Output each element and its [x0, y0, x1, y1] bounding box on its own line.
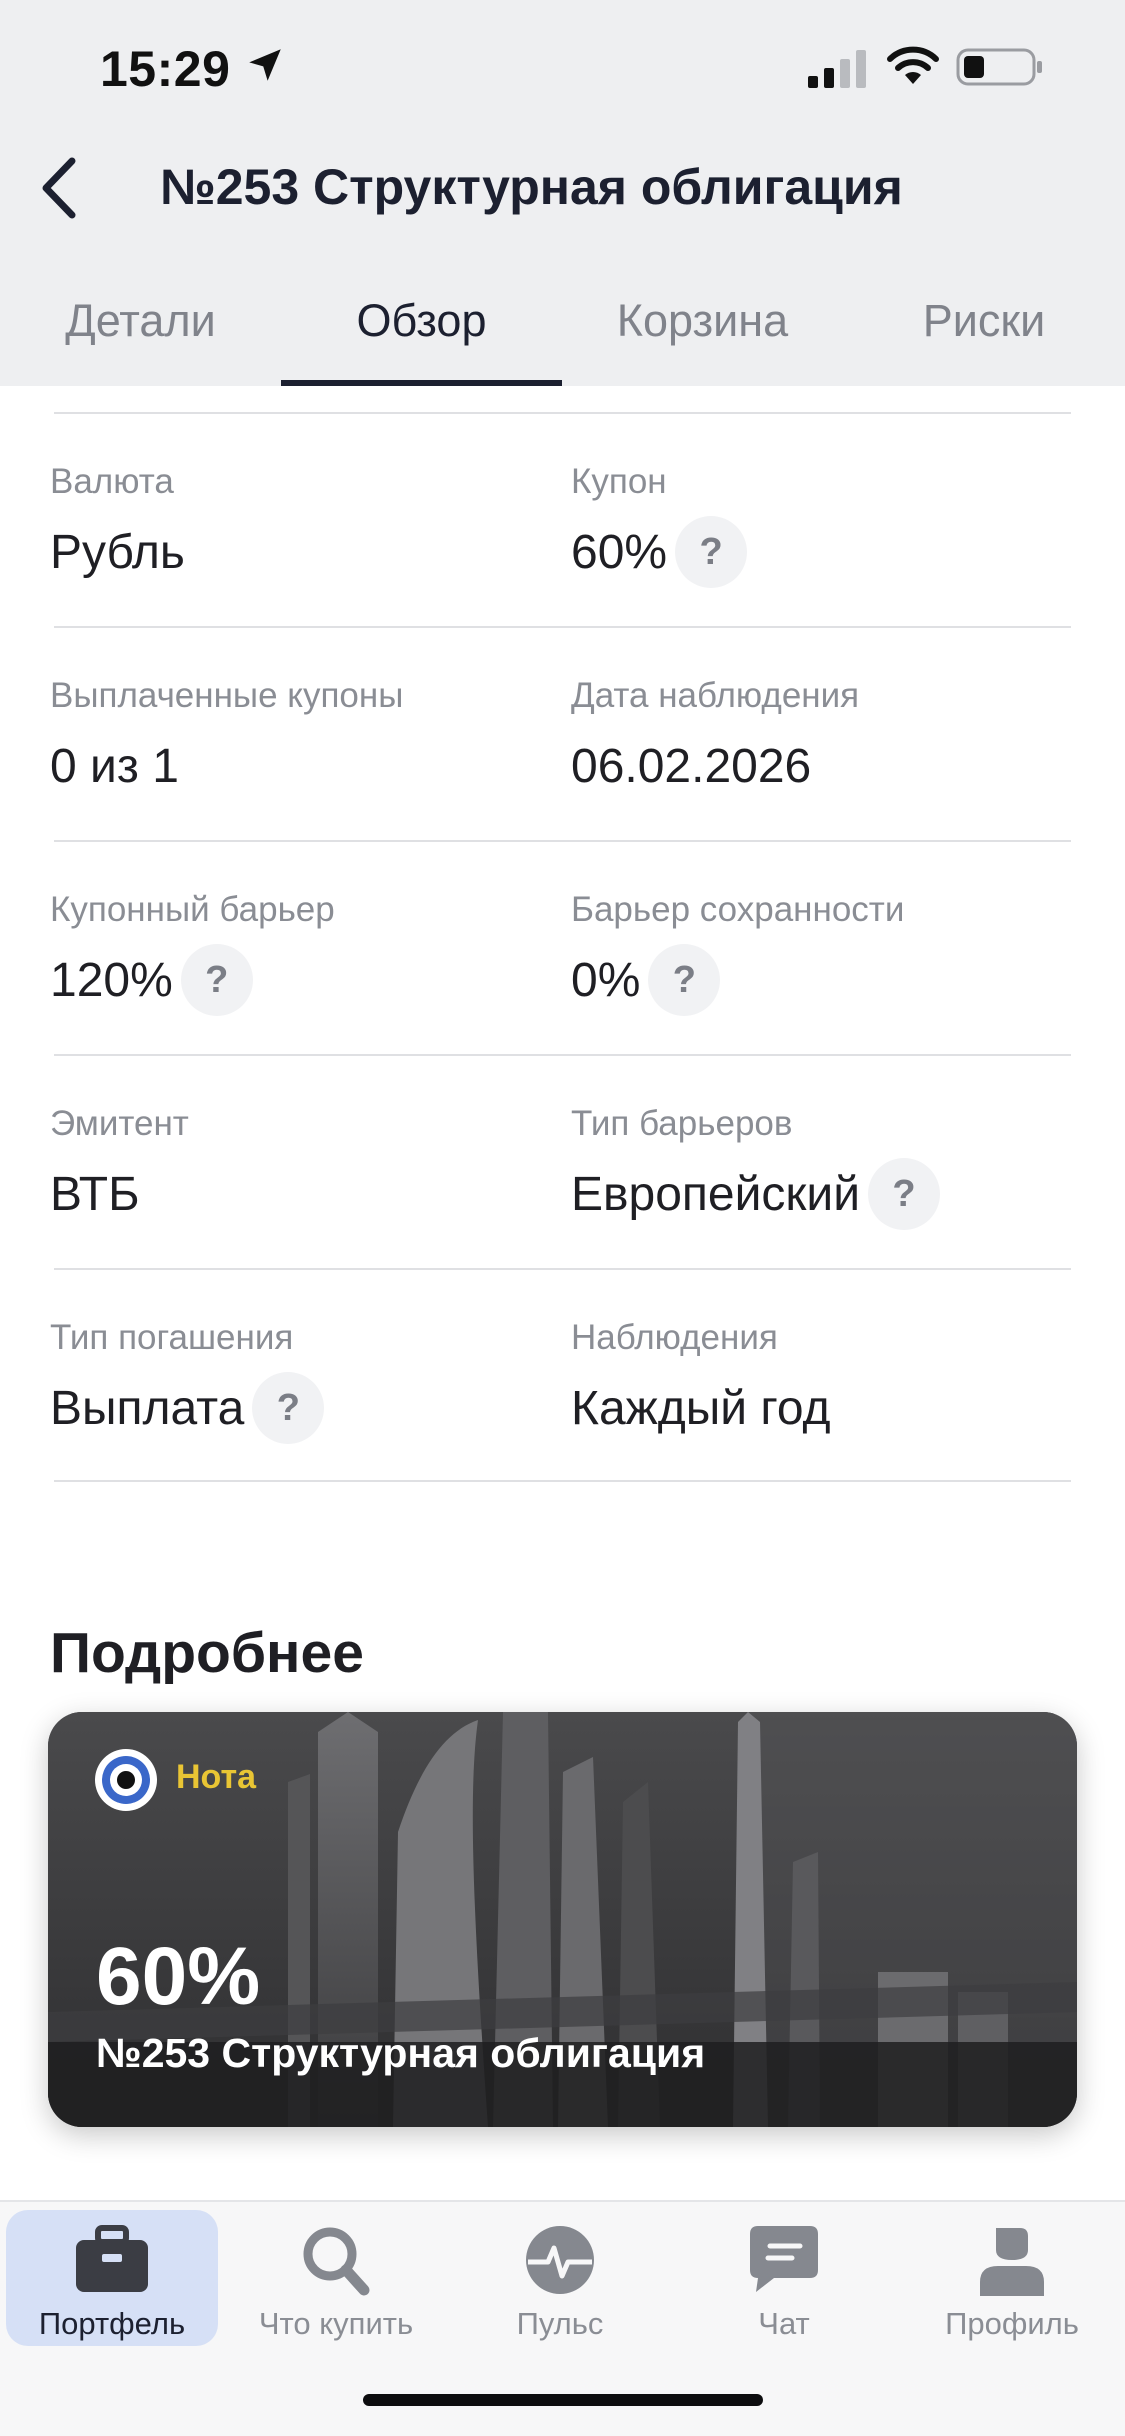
- briefcase-icon: [76, 2225, 148, 2292]
- info-value: Европейский: [571, 1167, 861, 1221]
- pulse-icon: [526, 2226, 594, 2294]
- info-value: Выплата: [50, 1381, 245, 1435]
- page-title: №253 Структурная облигация: [160, 159, 903, 215]
- help-button[interactable]: ?: [252, 1372, 325, 1444]
- product-coupon-value: 60%: [96, 1931, 261, 2022]
- status-bar: 15:29: [0, 0, 1125, 130]
- chevron-left-icon: [42, 157, 76, 219]
- search-icon: [303, 2227, 370, 2296]
- header: 15:29 №253 Структурная облигация Детали …: [0, 0, 1125, 386]
- info-value: 0%: [571, 953, 641, 1007]
- info-cell-barrier-type: Тип барьеров Европейский?: [571, 1104, 941, 1234]
- info-label: Эмитент: [50, 1104, 189, 1143]
- status-time: 15:29: [100, 41, 231, 97]
- info-cell-issuer: Эмитент ВТБ: [50, 1104, 189, 1234]
- info-label: Тип погашения: [50, 1318, 294, 1357]
- battery-icon: [956, 48, 1042, 86]
- info-cell-observation-date: Дата наблюдения 06.02.2026: [571, 676, 859, 806]
- help-button[interactable]: ?: [675, 516, 748, 588]
- info-cell-paid-coupons: Выплаченные купоны 0 из 1: [50, 676, 403, 806]
- profile-icon: [980, 2228, 1044, 2296]
- wifi-icon: [887, 46, 939, 84]
- location-arrow-icon: [249, 49, 281, 81]
- info-value: 06.02.2026: [571, 739, 812, 793]
- nav-item-pulse[interactable]: Пульс: [454, 2210, 666, 2346]
- home-indicator: [363, 2394, 763, 2406]
- nav-label: Профиль: [945, 2306, 1079, 2341]
- info-cell-coupon-barrier: Купонный барьер 120%?: [50, 890, 335, 1020]
- chat-icon: [750, 2226, 818, 2292]
- info-cell-coupon: Купон 60%?: [571, 462, 748, 592]
- active-tab-indicator: [281, 380, 562, 386]
- nav-label: Чат: [758, 2306, 810, 2341]
- info-label: Наблюдения: [571, 1318, 778, 1357]
- product-card[interactable]: Нота 60% №253 Структурная облигация: [48, 1712, 1077, 2127]
- nav-bar: №253 Структурная облигация: [0, 130, 1125, 250]
- info-label: Барьер сохранности: [571, 890, 905, 929]
- info-cell-redemption-type: Тип погашения Выплата?: [50, 1318, 325, 1448]
- brand-logo-icon: [95, 1749, 157, 1811]
- tab-bar: Детали Обзор Корзина Риски: [0, 280, 1125, 386]
- product-type-tag: Нота: [176, 1758, 257, 1796]
- divider: [54, 1268, 1071, 1270]
- info-value: Рубль: [50, 525, 185, 579]
- help-button[interactable]: ?: [648, 944, 721, 1016]
- divider: [54, 412, 1071, 414]
- tab-overview[interactable]: Обзор: [281, 280, 562, 386]
- info-value: 120%: [50, 953, 173, 1007]
- info-cell-protection-barrier: Барьер сохранности 0%?: [571, 890, 904, 1020]
- divider: [54, 1480, 1071, 1482]
- section-title-more: Подробнее: [50, 1621, 364, 1685]
- info-value: 0 из 1: [50, 739, 179, 793]
- nav-item-portfolio[interactable]: Портфель: [6, 2210, 218, 2346]
- info-value: ВТБ: [50, 1167, 140, 1221]
- nav-label: Что купить: [258, 2306, 414, 2341]
- back-button[interactable]: [18, 148, 98, 228]
- nav-item-profile[interactable]: Профиль: [906, 2210, 1118, 2346]
- info-cell-currency: Валюта Рубль: [50, 462, 185, 592]
- info-value: Каждый год: [571, 1381, 831, 1435]
- tab-risks[interactable]: Риски: [843, 280, 1125, 386]
- info-label: Тип барьеров: [571, 1104, 793, 1143]
- tab-details[interactable]: Детали: [0, 280, 281, 386]
- info-cell-observations: Наблюдения Каждый год: [571, 1318, 831, 1448]
- nav-item-chat[interactable]: Чат: [678, 2210, 890, 2346]
- help-button[interactable]: ?: [180, 944, 253, 1016]
- info-label: Купон: [571, 462, 667, 501]
- info-label: Выплаченные купоны: [50, 676, 404, 715]
- tab-basket[interactable]: Корзина: [562, 280, 843, 386]
- info-label: Дата наблюдения: [571, 676, 860, 715]
- info-label: Купонный барьер: [50, 890, 335, 929]
- help-button[interactable]: ?: [868, 1158, 941, 1230]
- nav-label: Пульс: [516, 2306, 604, 2341]
- divider: [54, 1054, 1071, 1056]
- info-value: 60%: [571, 525, 668, 579]
- nav-item-what-to-buy[interactable]: Что купить: [230, 2210, 442, 2346]
- product-name: №253 Структурная облигация: [96, 2030, 706, 2076]
- cellular-signal-icon: [808, 50, 866, 88]
- info-label: Валюта: [50, 462, 174, 501]
- divider: [54, 626, 1071, 628]
- divider: [54, 840, 1071, 842]
- nav-label: Портфель: [38, 2306, 186, 2341]
